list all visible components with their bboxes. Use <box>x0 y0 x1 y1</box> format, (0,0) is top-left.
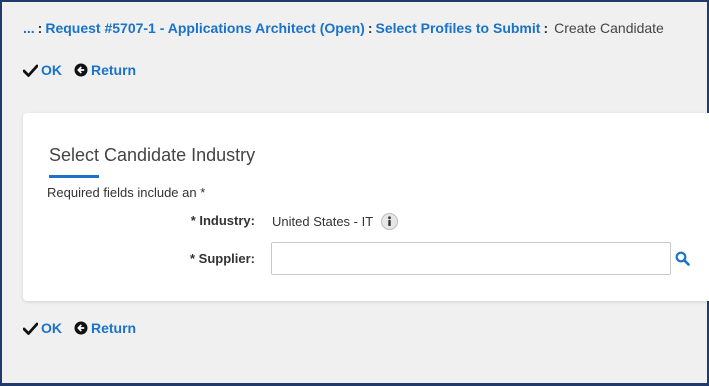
supplier-input[interactable] <box>271 242 671 275</box>
card-title: Select Candidate Industry <box>49 145 256 165</box>
ok-label: OK <box>41 320 62 336</box>
industry-value: United States - IT <box>272 214 374 229</box>
industry-value-wrap: United States - IT <box>272 213 399 230</box>
return-arrow-icon <box>74 321 88 335</box>
breadcrumb-select-profiles[interactable]: Select Profiles to Submit <box>376 20 541 36</box>
return-button[interactable]: Return <box>74 62 136 78</box>
breadcrumb-request[interactable]: Request #5707-1 - Applications Architect… <box>45 20 364 36</box>
breadcrumb-current: Create Candidate <box>554 20 664 36</box>
return-arrow-icon <box>74 63 88 77</box>
breadcrumb-separator: : <box>367 20 373 36</box>
title-underline <box>49 175 99 178</box>
ok-label: OK <box>41 62 62 78</box>
ok-button[interactable]: OK <box>23 320 62 336</box>
checkmark-icon <box>23 64 38 77</box>
supplier-label: * Supplier: <box>189 251 255 266</box>
breadcrumb-separator: : <box>37 20 43 36</box>
breadcrumb: ...: Request #5707-1 - Applications Archi… <box>23 20 664 36</box>
ok-button[interactable]: OK <box>23 62 62 78</box>
industry-label: * Industry: <box>190 213 255 228</box>
breadcrumb-ellipsis[interactable]: ... <box>23 20 35 36</box>
return-button[interactable]: Return <box>74 320 136 336</box>
bottom-toolbar: OK Return <box>23 320 148 336</box>
required-fields-note: Required fields include an * <box>47 185 206 200</box>
candidate-industry-card: Select Candidate Industry Required field… <box>23 113 709 301</box>
checkmark-icon <box>23 322 38 335</box>
return-label: Return <box>91 320 137 336</box>
breadcrumb-separator: : <box>543 20 549 36</box>
info-icon[interactable] <box>381 213 399 230</box>
search-icon[interactable] <box>675 251 690 266</box>
top-toolbar: OK Return <box>23 62 148 78</box>
return-label: Return <box>91 62 137 78</box>
